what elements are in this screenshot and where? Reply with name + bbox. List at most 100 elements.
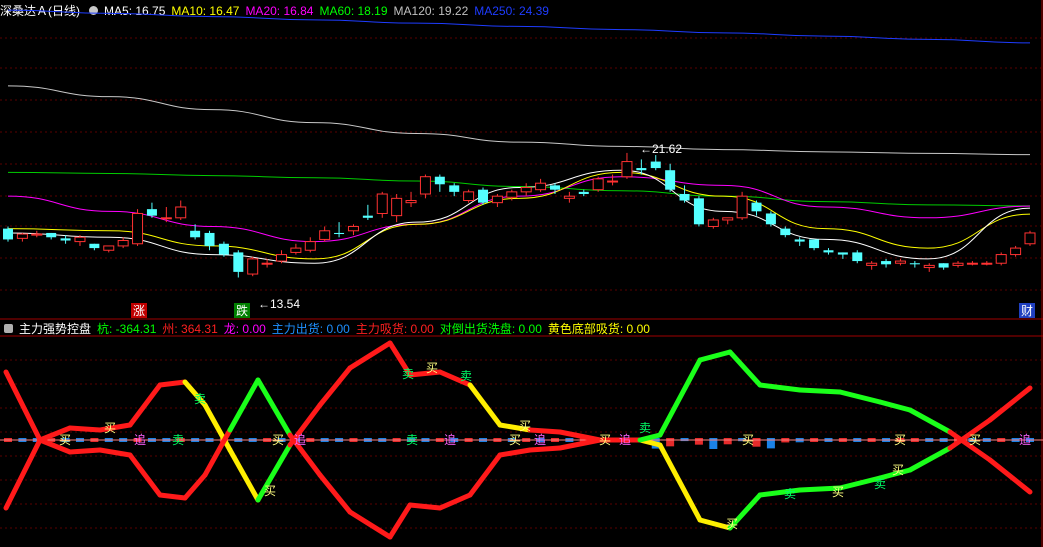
candle-body: [31, 233, 43, 236]
candle-body: [938, 263, 949, 268]
indicator-curve-segment: [437, 492, 473, 511]
candle-body: [275, 254, 287, 262]
histogram-bar: [666, 438, 675, 447]
indicator-curve-segment: [467, 382, 503, 428]
candle-body: [837, 252, 848, 255]
candle-body: [578, 191, 589, 195]
candle-body: [736, 195, 748, 219]
indicator-curve-segment: [182, 472, 208, 501]
candle-body: [46, 232, 57, 238]
signal-buy-0: 买: [104, 421, 116, 435]
indicator-curve-segment: [727, 349, 763, 388]
candle-body: [89, 243, 100, 249]
candle-body: [74, 236, 86, 243]
event-marker-1: 跌: [236, 303, 248, 318]
candle-body: [794, 239, 805, 242]
signal-buy-24: 买: [742, 433, 754, 447]
indicator-curve-segment: [907, 445, 953, 473]
signal-buy-10: 买: [832, 485, 844, 499]
ma-line-ma120: [7, 85, 1031, 156]
event-marker-0: 涨: [133, 303, 145, 318]
candle-body: [204, 232, 215, 246]
signal-buy-4: 买: [426, 361, 438, 375]
signal-buy-8: 买: [726, 517, 738, 531]
indicator-curve-segment: [157, 492, 188, 501]
indicator-curve-segment: [987, 457, 1033, 495]
candle-body: [304, 241, 316, 251]
indicator-curve-segment: [127, 452, 163, 498]
signal-sell-11: 卖: [874, 477, 886, 491]
indicator-curve-segment: [3, 437, 43, 511]
chart-canvas[interactable]: ←21.62←13.54涨跌财买卖买卖 买卖买 卖买卖 买卖买买追卖买追卖追买追买追买…: [0, 0, 1043, 547]
candle-body: [881, 261, 892, 265]
indicator-curve-segment: [657, 357, 703, 438]
candle-body: [981, 262, 993, 265]
indicator-curve-segment: [202, 427, 233, 478]
signal-sell-3: 卖: [402, 367, 414, 381]
event-marker-2: 财: [1021, 304, 1033, 318]
indicator-curve-segment: [202, 402, 233, 453]
candle-body: [347, 225, 359, 232]
candle-body: [1024, 232, 1036, 245]
signal-buy-6: 买: [519, 419, 531, 433]
candle-body: [419, 176, 431, 195]
candle-body: [722, 217, 734, 221]
indicator-curve-segment: [407, 502, 443, 511]
signal-buy-20: 买: [509, 433, 521, 447]
ma-line-ma5: [7, 169, 1031, 264]
histogram-bar: [694, 438, 703, 445]
candle-body: [923, 264, 935, 269]
signal-sell-5: 卖: [460, 369, 472, 383]
ma-line-ma60: [7, 171, 1031, 207]
candle-body: [549, 185, 560, 190]
candle-body: [995, 254, 1007, 264]
indicator-curve-segment: [3, 369, 43, 443]
indicator-curve-segment: [987, 385, 1033, 423]
signal-sell-7: 卖: [639, 421, 651, 435]
signal-sell-18: 卖: [406, 433, 418, 447]
candle-body: [376, 193, 388, 214]
candle-body: [866, 262, 878, 266]
signal-buy-16: 买: [272, 433, 284, 447]
candle-body: [463, 191, 475, 202]
indicator-curve-segment: [757, 382, 803, 393]
candle-body: [852, 252, 863, 262]
candle-body: [434, 176, 445, 185]
indicator-curve-segment: [497, 447, 533, 458]
signal-buy-22: 买: [599, 433, 611, 447]
candle-body: [751, 202, 762, 212]
candle-body: [966, 262, 978, 265]
candle-body: [334, 232, 345, 235]
candle-body: [247, 258, 259, 275]
high-price-label: ←21.62: [640, 142, 682, 156]
low-price-label: ←13.54: [258, 297, 300, 311]
signal-buy-2: 买: [264, 484, 276, 498]
histogram-bar: [723, 438, 732, 445]
candle-body: [60, 238, 71, 241]
candle-body: [362, 215, 373, 218]
signal-sell-15: 卖: [172, 433, 184, 447]
candle-body: [520, 187, 532, 193]
candle-body: [190, 230, 201, 238]
candle-body: [491, 195, 503, 204]
signal-buy-12: 买: [892, 463, 904, 477]
candle-body: [146, 209, 157, 216]
candle-body: [665, 170, 676, 190]
candle-body: [261, 262, 273, 265]
signal-chase-14: 追: [134, 432, 146, 447]
candle-body: [765, 213, 776, 225]
signal-chase-27: 追: [1019, 432, 1031, 447]
indicator-curve-segment: [67, 447, 103, 455]
candle-body: [952, 262, 964, 266]
signal-chase-21: 追: [534, 432, 546, 447]
candle-body: [535, 182, 547, 191]
candle-body: [506, 191, 518, 198]
candle-body: [707, 219, 719, 227]
candle-body: [563, 195, 575, 199]
indicator-curve-segment: [907, 407, 953, 435]
indicator-curve-segment: [527, 427, 563, 435]
candle-body: [592, 178, 604, 191]
signal-buy-13: 买: [59, 433, 71, 447]
candle-body: [117, 240, 129, 247]
candle-body: [16, 233, 28, 239]
